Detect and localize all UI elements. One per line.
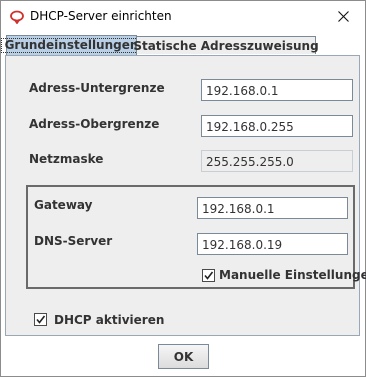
- tab-statische-adresszuweisung[interactable]: Statische Adresszuweisung: [133, 36, 319, 54]
- dhcp-active-label: DHCP aktivieren: [54, 313, 165, 327]
- close-icon: [337, 7, 349, 26]
- gateway-label: Gateway: [34, 198, 93, 212]
- tab-strip: Grundeinstellungen Statische Adresszuwei…: [0, 32, 364, 55]
- dhcp-dialog-window: DHCP-Server einrichten Grundeinstellunge…: [0, 0, 366, 377]
- checkmark-icon: [203, 266, 214, 285]
- manual-settings-checkbox[interactable]: [202, 269, 215, 282]
- ok-button[interactable]: OK: [158, 344, 209, 369]
- netmask-label: Netzmaske: [29, 152, 104, 166]
- upper-address-label: Adress-Obergrenze: [29, 117, 160, 131]
- manual-settings-label: Manuelle Einstellungen: [219, 268, 366, 282]
- checkmark-icon: [35, 310, 46, 329]
- tab-grundeinstellungen[interactable]: Grundeinstellungen: [0, 35, 143, 55]
- dhcp-active-checkbox[interactable]: [34, 313, 47, 326]
- dhcp-app-icon: [10, 9, 24, 25]
- title-bar: DHCP-Server einrichten: [1, 1, 365, 32]
- gateway-input[interactable]: 192.168.0.1: [197, 197, 348, 219]
- netmask-field: 255.255.255.0: [201, 150, 353, 172]
- lower-address-input[interactable]: 192.168.0.1: [201, 79, 353, 101]
- tab-label: Statische Adresszuweisung: [133, 38, 319, 53]
- close-button[interactable]: [321, 1, 365, 32]
- dns-server-label: DNS-Server: [34, 234, 113, 248]
- upper-address-input[interactable]: 192.168.0.255: [201, 115, 353, 137]
- lower-address-label: Adress-Untergrenze: [29, 81, 165, 95]
- dns-server-input[interactable]: 192.168.0.19: [197, 233, 348, 255]
- window-title: DHCP-Server einrichten: [30, 9, 172, 23]
- tab-label: Grundeinstellungen: [0, 38, 143, 53]
